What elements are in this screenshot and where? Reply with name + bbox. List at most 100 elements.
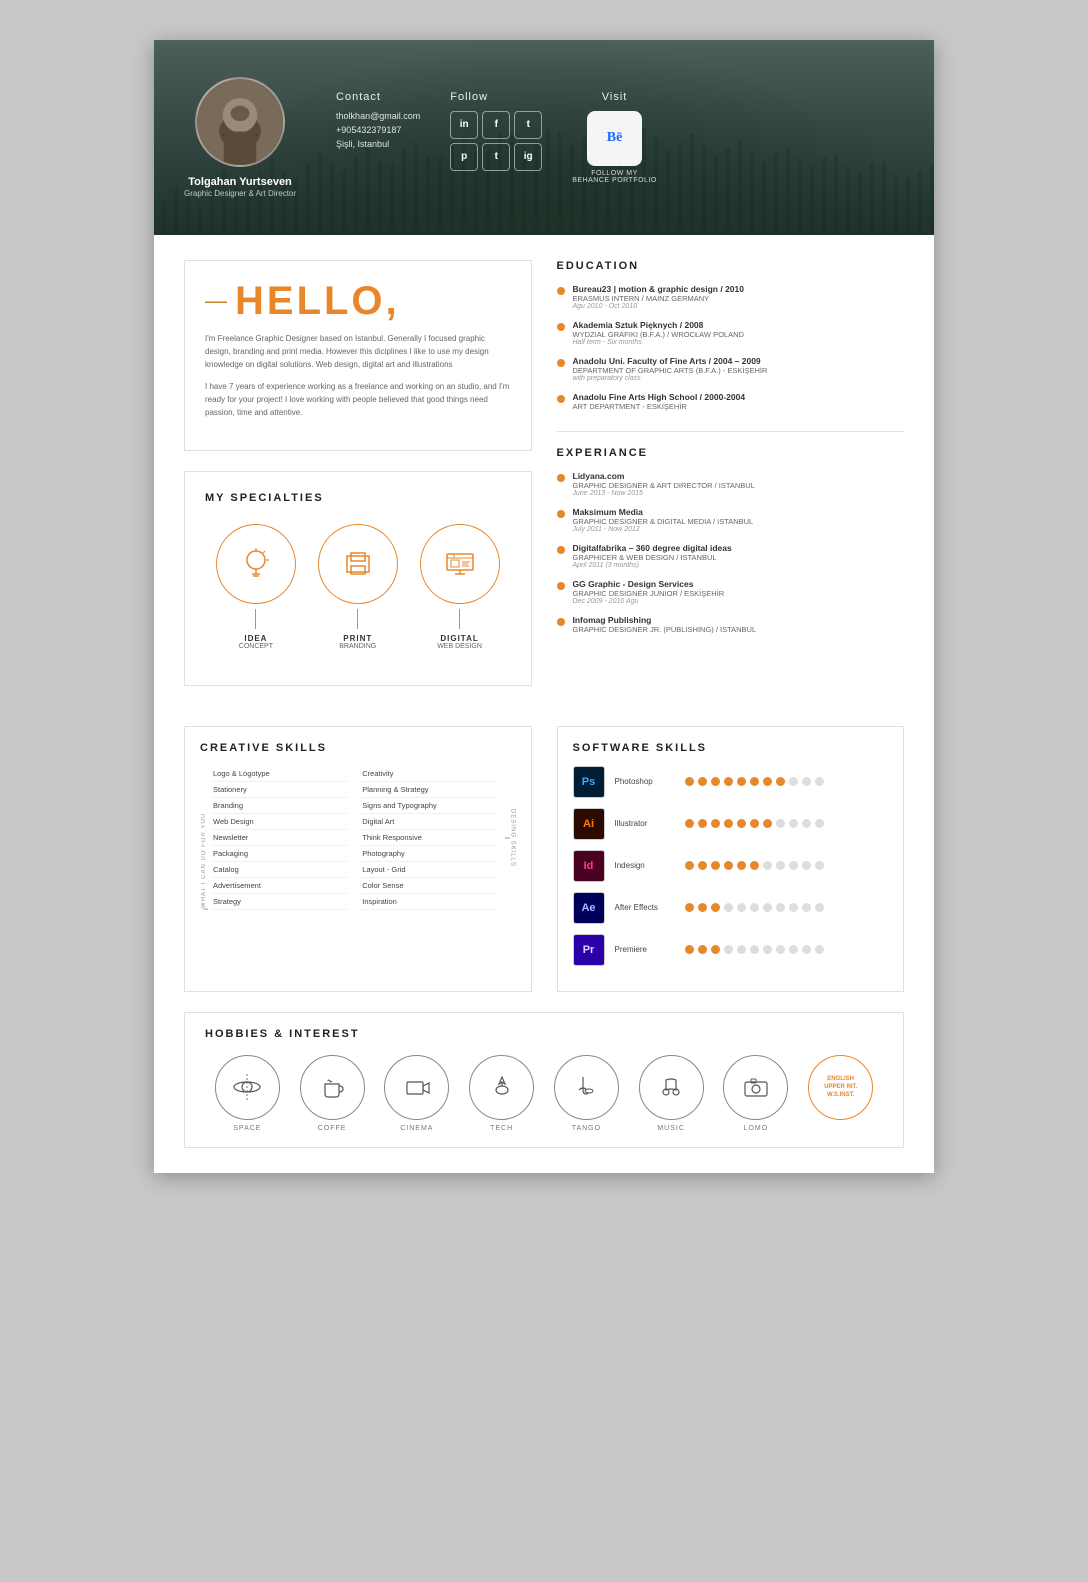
twitter-icon[interactable]: t (514, 111, 542, 139)
photoshop-dots (685, 777, 889, 786)
contact-email: tholkhan@gmail.com (336, 111, 420, 121)
skill-item: Web Design (213, 814, 347, 830)
visit-column: Visit Bē FOLLOW MYBEHANCE PORTFOLIO (572, 91, 657, 184)
header-section: Tolgahan Yurtseven Graphic Designer & Ar… (154, 40, 934, 235)
hobby-cinema: CINEMA (384, 1055, 449, 1132)
dot (750, 945, 759, 954)
header-columns: Contact tholkhan@gmail.com +905432379187… (336, 91, 657, 184)
dot (711, 903, 720, 912)
dot (711, 777, 720, 786)
skills-row: CREATIVE SKILLS WHAT I CAN DO FOR YOU Lo… (184, 726, 904, 992)
follow-column: Follow in f t p t ig (450, 91, 542, 171)
illustrator-name: Illustrator (615, 819, 685, 828)
illustrator-dots (685, 819, 889, 828)
indesign-icon: Id (573, 850, 605, 882)
education-section: EDUCATION Bureau23 | motion & graphic de… (557, 260, 905, 411)
aftereffects-name: After Effects (615, 903, 685, 912)
behance-logo: Bē (607, 130, 623, 146)
exp-content-3: Digitalfabrika – 360 degree digital idea… (573, 543, 732, 569)
exp-sub-5: GRAPHIC DESIGNER JR. (PUBLISHING) / ISTA… (573, 625, 757, 634)
photoshop-name: Photoshop (615, 777, 685, 786)
edu-date-3: with preparatory class (573, 375, 768, 382)
dot (815, 861, 824, 870)
experience-section: EXPERIANCE Lidyana.com GRAPHIC DESIGNER … (557, 447, 905, 634)
space-circle (215, 1055, 280, 1120)
what-label: WHAT I CAN DO FOR YOU (201, 812, 207, 907)
skill-item: Stationery (213, 782, 347, 798)
english-badge: ENGLISHUPPER INT.W.S.INST. (808, 1055, 873, 1120)
linkedin-icon[interactable]: in (450, 111, 478, 139)
pinterest-icon[interactable]: p (450, 143, 478, 171)
edu-content-2: Akademia Sztuk Pięknych / 2008 WYDZIAŁ G… (573, 320, 744, 346)
hello-section: — HELLO, I'm Freelance Graphic Designer … (184, 260, 532, 451)
creative-skills-section: CREATIVE SKILLS WHAT I CAN DO FOR YOU Lo… (184, 726, 532, 992)
dot (776, 777, 785, 786)
avatar-area: Tolgahan Yurtseven Graphic Designer & Ar… (184, 77, 296, 198)
specialty-idea: IDEA CONCEPT (216, 524, 296, 650)
edu-dot-4 (557, 395, 565, 403)
exp-item-3: Digitalfabrika – 360 degree digital idea… (557, 543, 905, 569)
education-title: EDUCATION (557, 260, 905, 272)
hobby-lomo: LOMO (723, 1055, 788, 1132)
top-two-col: — HELLO, I'm Freelance Graphic Designer … (184, 260, 904, 706)
dot (724, 819, 733, 828)
avatar-title: Graphic Designer & Art Director (184, 189, 296, 198)
exp-title-1: Lidyana.com (573, 471, 755, 481)
english-text: ENGLISHUPPER INT.W.S.INST. (824, 1075, 857, 1100)
premiere-name: Premiere (615, 945, 685, 954)
sw-aftereffects: Ae After Effects (573, 892, 889, 924)
exp-content-5: Infomag Publishing GRAPHIC DESIGNER JR. … (573, 615, 757, 634)
exp-title-5: Infomag Publishing (573, 615, 757, 625)
exp-title-3: Digitalfabrika – 360 degree digital idea… (573, 543, 732, 553)
specialties-icons: IDEA CONCEPT (205, 524, 511, 650)
print-label: PRINT (343, 634, 372, 643)
experience-list: Lidyana.com GRAPHIC DESIGNER & ART DIREC… (557, 471, 905, 634)
edu-title-1: Bureau23 | motion & graphic design / 201… (573, 284, 744, 294)
edu-date-2: Half term - Six months (573, 339, 744, 346)
divider (557, 431, 905, 432)
right-skills-list: Creativity Planning & Strategy Signs and… (362, 766, 496, 910)
premiere-dots (685, 945, 889, 954)
exp-dot-1 (557, 474, 565, 482)
behance-follow-text: FOLLOW MYBEHANCE PORTFOLIO (572, 170, 657, 184)
dot (802, 903, 811, 912)
dot (789, 945, 798, 954)
exp-content-2: Maksimum Media GRAPHIC DESIGNER & DIGITA… (573, 507, 754, 533)
facebook-icon[interactable]: f (482, 111, 510, 139)
skill-item: Layout - Grid (362, 862, 496, 878)
dot (750, 777, 759, 786)
dot (724, 777, 733, 786)
dot (763, 903, 772, 912)
tumblr-icon[interactable]: t (482, 143, 510, 171)
exp-dot-5 (557, 618, 565, 626)
tango-circle (554, 1055, 619, 1120)
behance-icon[interactable]: Bē (587, 111, 642, 166)
exp-item-4: GG Graphic - Design Services GRAPHIC DES… (557, 579, 905, 605)
skill-item: Branding (213, 798, 347, 814)
sw-premiere: Pr Premiere (573, 934, 889, 966)
tango-label: TANGO (572, 1125, 601, 1132)
contact-column: Contact tholkhan@gmail.com +905432379187… (336, 91, 420, 153)
dot (789, 819, 798, 828)
dot (750, 861, 759, 870)
dot (763, 945, 772, 954)
edu-date-1: Agu 2010 - Oct 2010 (573, 303, 744, 310)
visit-label: Visit (602, 91, 628, 103)
avatar-name: Tolgahan Yurtseven (188, 175, 292, 189)
skill-item: Newsletter (213, 830, 347, 846)
instagram-icon[interactable]: ig (514, 143, 542, 171)
exp-dot-2 (557, 510, 565, 518)
skill-item: Catalog (213, 862, 347, 878)
dot (815, 777, 824, 786)
lomo-circle (723, 1055, 788, 1120)
design-label: DESING SKILLS (510, 809, 516, 867)
print-circle (318, 524, 398, 604)
exp-item-5: Infomag Publishing GRAPHIC DESIGNER JR. … (557, 615, 905, 634)
specialties-section: MY SPECIALTIES (184, 471, 532, 686)
header-content: Tolgahan Yurtseven Graphic Designer & Ar… (184, 77, 904, 198)
dot (737, 777, 746, 786)
dot (698, 819, 707, 828)
edu-title-3: Anadolu Uni. Faculty of Fine Arts / 2004… (573, 356, 768, 366)
edu-title-4: Anadolu Fine Arts High School / 2000-200… (573, 392, 746, 402)
exp-item-2: Maksimum Media GRAPHIC DESIGNER & DIGITA… (557, 507, 905, 533)
